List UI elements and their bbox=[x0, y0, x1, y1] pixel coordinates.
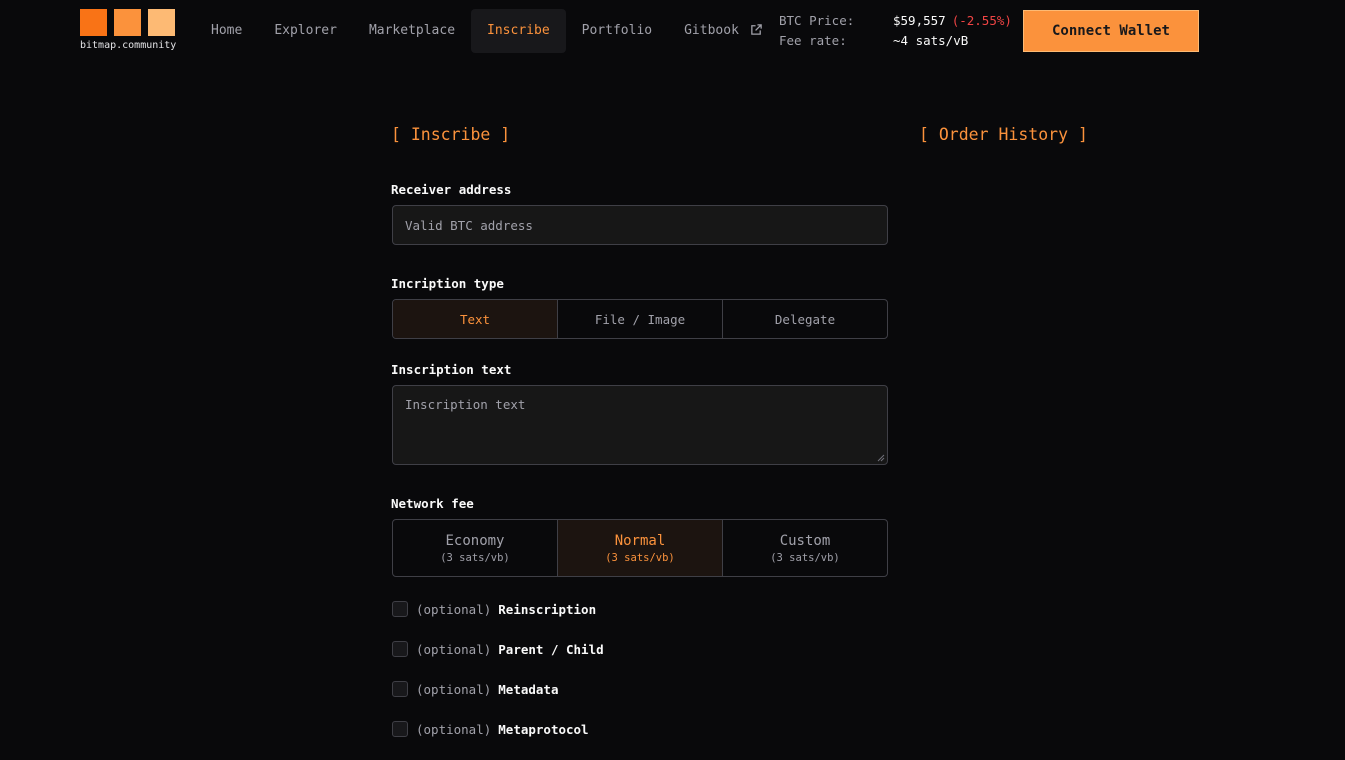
logo-squares bbox=[80, 9, 180, 36]
optional-metadata: (optional) Metadata bbox=[392, 681, 558, 697]
receiver-address-input[interactable]: Valid BTC address bbox=[392, 205, 888, 245]
fee-rate-value: ~4 sats/vB bbox=[893, 33, 969, 48]
btc-price-label: BTC Price: bbox=[779, 13, 855, 28]
logo-square-3 bbox=[148, 9, 175, 36]
reinscription-label: Reinscription bbox=[498, 601, 597, 617]
order-history-title: [ Order History ] bbox=[919, 125, 1088, 144]
optional-metaprotocol: (optional) Metaprotocol bbox=[392, 721, 589, 737]
network-fee-label: Network fee bbox=[391, 496, 474, 511]
parent-child-label: Parent / Child bbox=[498, 641, 604, 657]
nav-marketplace[interactable]: Marketplace bbox=[353, 9, 471, 53]
fee-custom-rate: (3 sats/vb) bbox=[770, 551, 840, 564]
optional-tag: (optional) bbox=[416, 641, 492, 657]
nav-gitbook[interactable]: Gitbook bbox=[668, 9, 779, 53]
btc-price-change: (-2.55%) bbox=[951, 13, 1012, 28]
type-file-image-option[interactable]: File / Image bbox=[558, 300, 723, 338]
fee-normal-rate: (3 sats/vb) bbox=[605, 551, 675, 564]
inscription-text-label: Inscription text bbox=[391, 362, 512, 377]
optional-reinscription: (optional) Reinscription bbox=[392, 601, 596, 617]
reinscription-checkbox[interactable] bbox=[392, 601, 408, 617]
receiver-address-label: Receiver address bbox=[391, 182, 512, 197]
inscription-text-input[interactable]: Inscription text bbox=[392, 385, 888, 465]
metaprotocol-checkbox[interactable] bbox=[392, 721, 408, 737]
fee-rate-label: Fee rate: bbox=[779, 33, 847, 48]
optional-tag: (optional) bbox=[416, 601, 492, 617]
brand-name: bitmap.community bbox=[80, 40, 177, 51]
optional-parent-child: (optional) Parent / Child bbox=[392, 641, 604, 657]
optional-tag: (optional) bbox=[416, 721, 492, 737]
inscription-type-label: Incription type bbox=[391, 276, 504, 291]
logo-square-1 bbox=[80, 9, 107, 36]
inscription-type-selector: Text File / Image Delegate bbox=[392, 299, 888, 339]
fee-normal-option[interactable]: Normal (3 sats/vb) bbox=[558, 520, 723, 576]
logo-square-2 bbox=[114, 9, 141, 36]
nav-portfolio[interactable]: Portfolio bbox=[566, 9, 668, 53]
btc-price-value: $59,557 bbox=[893, 13, 946, 28]
nav-inscribe[interactable]: Inscribe bbox=[471, 9, 566, 53]
metadata-checkbox[interactable] bbox=[392, 681, 408, 697]
fee-custom-option[interactable]: Custom (3 sats/vb) bbox=[723, 520, 887, 576]
fee-economy-option[interactable]: Economy (3 sats/vb) bbox=[393, 520, 558, 576]
metadata-label: Metadata bbox=[498, 681, 559, 697]
network-fee-selector: Economy (3 sats/vb) Normal (3 sats/vb) C… bbox=[392, 519, 888, 577]
nav-explorer[interactable]: Explorer bbox=[258, 9, 353, 53]
price-stats: BTC Price: $59,557 (-2.55%) Fee rate: ~4… bbox=[779, 11, 1012, 51]
fee-economy-name: Economy bbox=[445, 532, 505, 549]
connect-wallet-button[interactable]: Connect Wallet bbox=[1023, 10, 1199, 52]
parent-child-checkbox[interactable] bbox=[392, 641, 408, 657]
external-link-icon bbox=[750, 24, 762, 35]
inscription-text-placeholder: Inscription text bbox=[405, 397, 526, 412]
nav-gitbook-label: Gitbook bbox=[684, 23, 739, 38]
btc-price-row: BTC Price: $59,557 (-2.55%) bbox=[779, 11, 1012, 31]
type-delegate-option[interactable]: Delegate bbox=[723, 300, 887, 338]
resize-handle-icon[interactable] bbox=[877, 454, 885, 462]
optional-tag: (optional) bbox=[416, 681, 492, 697]
metaprotocol-label: Metaprotocol bbox=[498, 721, 589, 737]
fee-normal-name: Normal bbox=[614, 532, 666, 549]
inscribe-title: [ Inscribe ] bbox=[391, 125, 511, 144]
nav-home[interactable]: Home bbox=[195, 9, 258, 53]
fee-custom-name: Custom bbox=[779, 532, 831, 549]
fee-rate-row: Fee rate: ~4 sats/vB bbox=[779, 31, 1012, 51]
fee-economy-rate: (3 sats/vb) bbox=[440, 551, 510, 564]
type-text-option[interactable]: Text bbox=[393, 300, 558, 338]
main-nav: Home Explorer Marketplace Inscribe Portf… bbox=[195, 9, 779, 53]
logo[interactable]: bitmap.community bbox=[80, 9, 180, 51]
